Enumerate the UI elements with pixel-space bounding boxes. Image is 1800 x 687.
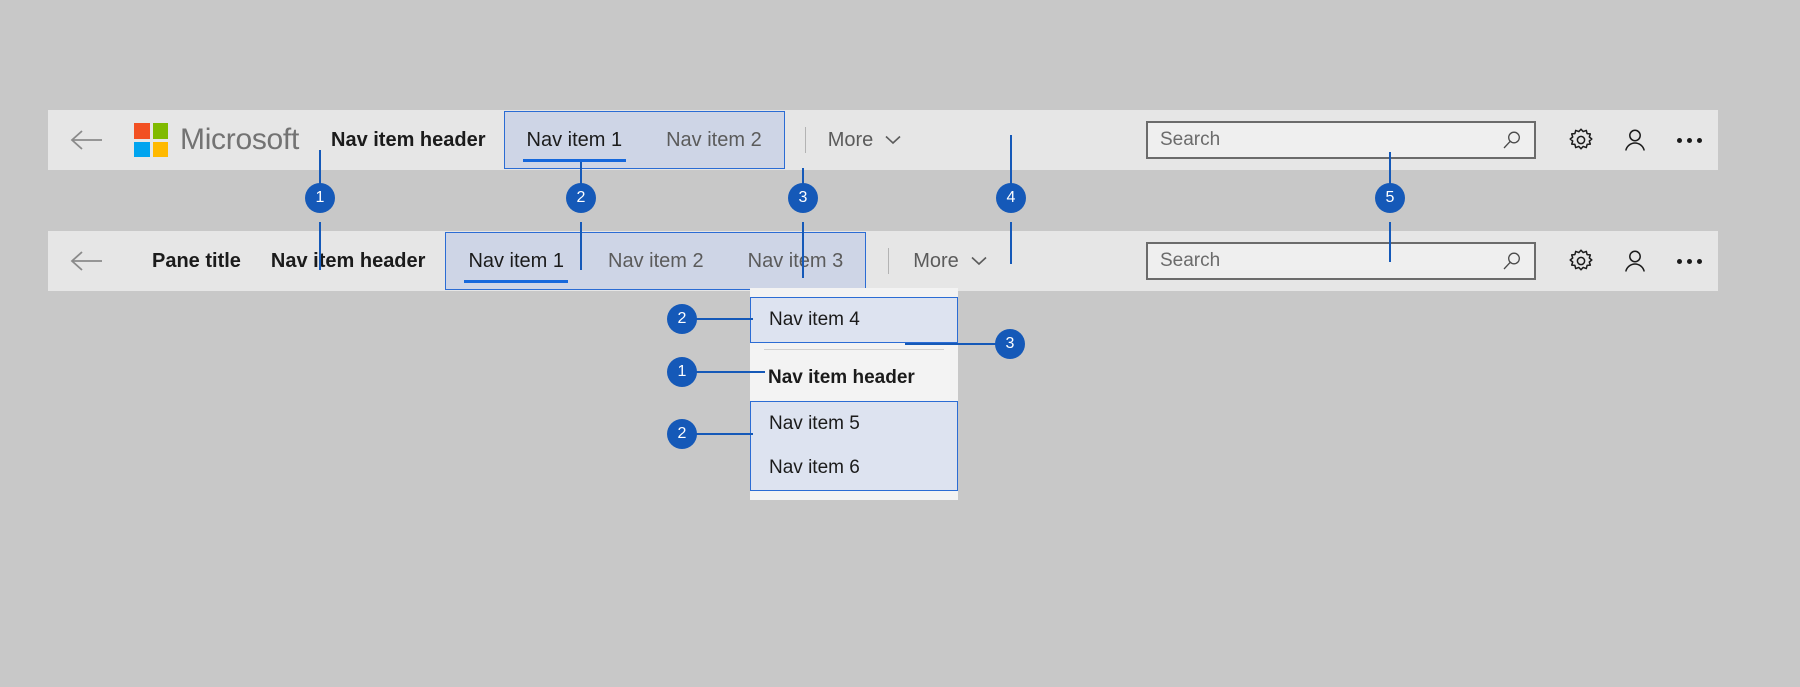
search-placeholder-bottom: Search [1160, 250, 1220, 272]
gear-icon[interactable] [1558, 117, 1604, 163]
more-button-top[interactable]: More [828, 129, 902, 152]
more-label-top: More [828, 129, 874, 152]
callout-leader-5-lower [1389, 222, 1391, 262]
callout-leader-2-lower [580, 222, 582, 270]
flyout-nav-item-4[interactable]: Nav item 4 [751, 298, 957, 342]
search-placeholder-top: Search [1160, 129, 1220, 151]
callout-badge-flyout-2b: 2 [667, 419, 697, 449]
nav-item-1-top[interactable]: Nav item 1 [505, 112, 645, 168]
navbar-top: Microsoft Nav item header Nav item 1 Nav… [48, 110, 1718, 170]
person-icon[interactable] [1612, 238, 1658, 284]
flyout-group-bottom: Nav item 5 Nav item 6 [750, 401, 958, 491]
more-label-bottom: More [913, 250, 959, 273]
search-box-bottom[interactable]: Search [1146, 242, 1536, 280]
nav-item-3-bottom[interactable]: Nav item 3 [726, 233, 866, 289]
ellipsis-icon[interactable] [1666, 117, 1712, 163]
annotated-navbar-diagram: Microsoft Nav item header Nav item 1 Nav… [0, 0, 1800, 687]
back-arrow-icon[interactable] [58, 110, 114, 170]
flyout-top-padding [750, 288, 958, 297]
nav-item-2-top[interactable]: Nav item 2 [644, 112, 784, 168]
flyout-bottom-padding [750, 491, 958, 500]
back-arrow-icon[interactable] [58, 231, 114, 291]
callout-leader-flyout-2b [695, 433, 753, 435]
chevron-down-icon [971, 256, 987, 266]
brand-wordmark: Microsoft [180, 123, 299, 157]
nav-items-group-top: Nav item 1 Nav item 2 [504, 111, 785, 169]
nav-item-2-bottom[interactable]: Nav item 2 [586, 233, 726, 289]
ellipsis-dots [1677, 138, 1702, 143]
nav-item-header-bottom: Nav item header [271, 250, 426, 273]
search-box-top[interactable]: Search [1146, 121, 1536, 159]
callout-badge-4: 4 [996, 183, 1026, 213]
nav-item-header-top: Nav item header [331, 129, 486, 152]
navbar-bottom: Pane title Nav item header Nav item 1 Na… [48, 231, 1718, 291]
flyout-group-top: Nav item 4 [750, 297, 958, 343]
nav-item-1-bottom[interactable]: Nav item 1 [446, 233, 586, 289]
callout-badge-flyout-1: 1 [667, 357, 697, 387]
pane-title: Pane title [152, 250, 241, 273]
more-button-bottom[interactable]: More [913, 250, 987, 273]
search-icon[interactable] [1502, 251, 1522, 271]
callout-badge-5: 5 [1375, 183, 1405, 213]
search-icon[interactable] [1502, 130, 1522, 150]
more-flyout-menu: Nav item 4 Nav item header Nav item 5 Na… [750, 288, 958, 500]
gear-icon[interactable] [1558, 238, 1604, 284]
callout-badge-1: 1 [305, 183, 335, 213]
callout-badge-flyout-3: 3 [995, 329, 1025, 359]
chevron-down-icon [885, 135, 901, 145]
flyout-separator [764, 349, 944, 350]
callout-leader-flyout-1 [695, 371, 765, 373]
callout-leader-1-lower [319, 222, 321, 270]
callout-leader-flyout-2a [695, 318, 753, 320]
ellipsis-dots [1677, 259, 1702, 264]
nav-divider-bottom [888, 248, 889, 274]
callout-badge-3: 3 [788, 183, 818, 213]
callout-leader-3-lower [802, 222, 804, 278]
flyout-nav-item-header: Nav item header [750, 355, 958, 401]
microsoft-logo[interactable]: Microsoft [134, 123, 299, 157]
nav-divider-top [805, 127, 806, 153]
microsoft-logo-icon [134, 123, 168, 157]
callout-badge-2: 2 [566, 183, 596, 213]
flyout-nav-item-6[interactable]: Nav item 6 [751, 446, 957, 490]
callout-leader-4-lower [1010, 222, 1012, 264]
flyout-nav-item-5[interactable]: Nav item 5 [751, 402, 957, 446]
callout-leader-flyout-3 [905, 343, 997, 345]
callout-badge-flyout-2a: 2 [667, 304, 697, 334]
ellipsis-icon[interactable] [1666, 238, 1712, 284]
person-icon[interactable] [1612, 117, 1658, 163]
